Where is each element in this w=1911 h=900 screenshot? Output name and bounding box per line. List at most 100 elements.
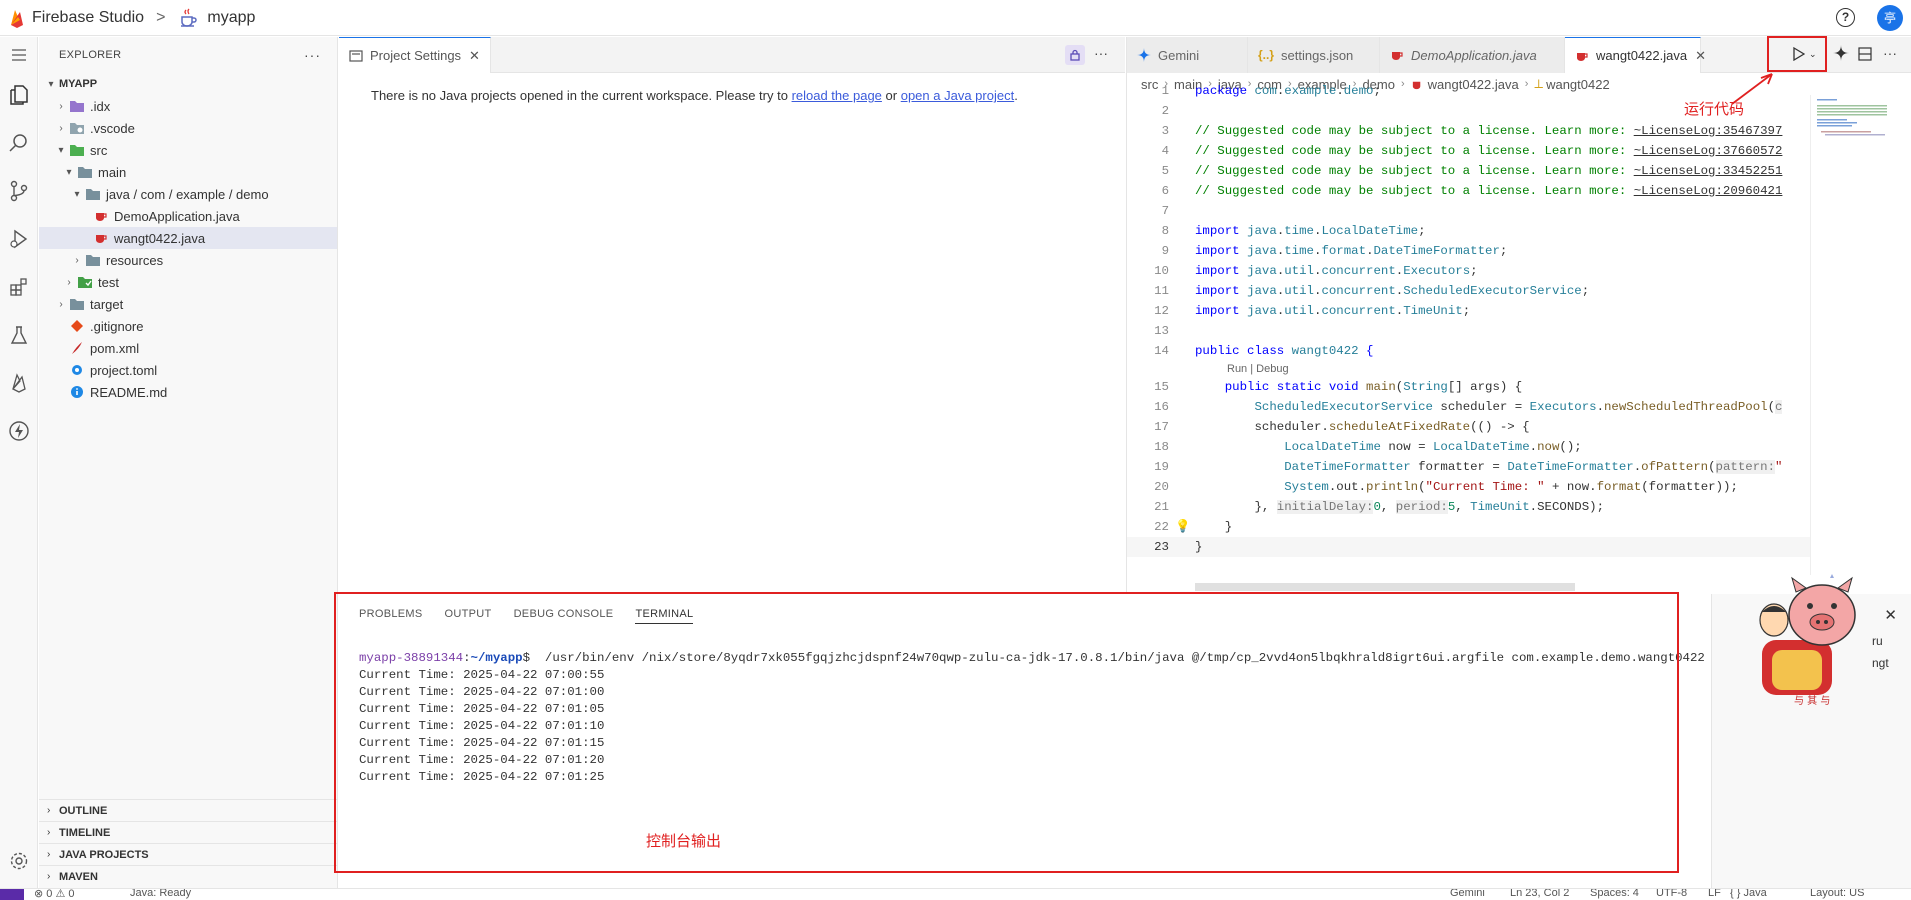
split-editor-icon[interactable] — [1858, 47, 1872, 64]
more-actions-icon[interactable]: ··· — [1094, 45, 1108, 61]
reload-page-link[interactable]: reload the page — [792, 88, 882, 103]
remote-indicator-icon[interactable] — [0, 889, 24, 900]
run-button-highlight — [1767, 36, 1827, 72]
section-java-projects[interactable]: › JAVA PROJECTS — [39, 843, 338, 865]
encoding[interactable]: UTF-8 — [1656, 889, 1687, 899]
tree-item-java-package[interactable]: ▾ java / com / example / demo — [39, 183, 337, 205]
tree-item-target[interactable]: › target — [39, 293, 337, 315]
language-mode[interactable]: { } Java — [1730, 889, 1767, 899]
chevron-right-icon: › — [47, 871, 51, 882]
tab-label: DemoApplication.java — [1411, 47, 1537, 63]
terminal-list-item[interactable]: ngt — [1872, 656, 1889, 670]
open-java-project-link[interactable]: open a Java project — [901, 88, 1014, 103]
line-number: 6 — [1161, 184, 1169, 198]
search-icon[interactable] — [5, 129, 33, 157]
avatar[interactable]: 亭 — [1877, 5, 1903, 31]
tab-gemini[interactable]: Gemini — [1127, 37, 1248, 73]
tree-item-test[interactable]: › test — [39, 271, 337, 293]
tree-item-src[interactable]: ▾ src — [39, 139, 337, 161]
tree-item-idx[interactable]: › .idx — [39, 95, 337, 117]
status-bar: ⊗ 0 ⚠ 0 Java: Ready Gemini Ln 23, Col 2 … — [0, 888, 1911, 900]
source-control-icon[interactable] — [5, 177, 33, 205]
tree-item-label: project.toml — [90, 362, 158, 378]
minimap[interactable] — [1810, 95, 1900, 575]
tree-item-demoapplication[interactable]: DemoApplication.java — [39, 205, 337, 227]
tree-item-wangt0422[interactable]: wangt0422.java — [39, 227, 337, 249]
lightbulb-icon[interactable]: 💡 — [1175, 517, 1190, 537]
close-icon[interactable]: ✕ — [1884, 606, 1897, 624]
line-number: 21 — [1154, 500, 1169, 514]
explorer-more-icon[interactable]: ··· — [304, 47, 321, 63]
tab-project-settings[interactable]: Project Settings ✕ — [339, 37, 491, 73]
tab-label: Project Settings — [370, 48, 462, 63]
chevron-down-icon: ▾ — [48, 78, 54, 90]
extensions-icon[interactable] — [5, 273, 33, 301]
code-editor[interactable]: 1 package com.example.demo; 2 3// Suggest… — [1127, 81, 1810, 561]
section-maven[interactable]: › MAVEN — [39, 865, 338, 887]
lightning-icon[interactable] — [5, 417, 33, 445]
tab-settings-json[interactable]: {..} settings.json — [1248, 37, 1380, 73]
app-brand[interactable]: Firebase Studio — [32, 9, 144, 27]
close-icon[interactable]: ✕ — [1695, 48, 1706, 64]
section-outline[interactable]: › OUTLINE — [39, 799, 338, 821]
problems-status[interactable]: ⊗ 0 ⚠ 0 — [34, 889, 74, 900]
console-output-annotation: 控制台输出 — [646, 833, 722, 850]
tab-demoapplication[interactable]: DemoApplication.java — [1380, 37, 1565, 73]
code-line: 12 import java.util.concurrent.TimeUnit; — [1127, 301, 1810, 321]
folder-vscode-icon — [69, 120, 85, 136]
right-editor-group: Gemini {..} settings.json DemoApplicatio… — [1126, 37, 1911, 593]
tree-item-project-toml[interactable]: project.toml — [39, 359, 337, 381]
tree-item-gitignore[interactable]: .gitignore — [39, 315, 337, 337]
cursor-position[interactable]: Ln 23, Col 2 — [1510, 889, 1569, 899]
gemini-status[interactable]: Gemini — [1450, 889, 1485, 899]
code-line: 10 import java.util.concurrent.Executors; — [1127, 261, 1810, 281]
horizontal-scrollbar[interactable] — [1195, 583, 1575, 591]
terminal-list-item[interactable]: ru — [1872, 634, 1883, 648]
tree-item-readme[interactable]: README.md — [39, 381, 337, 403]
section-label: OUTLINE — [59, 804, 108, 817]
tree-item-main[interactable]: ▾ main — [39, 161, 337, 183]
explorer-title: EXPLORER — [59, 49, 122, 61]
line-number: 7 — [1161, 204, 1169, 218]
line-ending[interactable]: LF — [1708, 889, 1721, 899]
codelens-run-debug[interactable]: Run | Debug — [1227, 363, 1289, 375]
run-debug-icon[interactable] — [5, 225, 33, 253]
chevron-down-icon: ▾ — [66, 166, 72, 178]
line-number: 20 — [1154, 480, 1169, 494]
line-number: 15 — [1154, 380, 1169, 394]
line-number: 1 — [1161, 84, 1169, 98]
project-name[interactable]: myapp — [207, 9, 255, 27]
config-gear-icon — [69, 362, 85, 378]
activity-bar — [0, 37, 38, 888]
testing-flask-icon[interactable] — [5, 321, 33, 349]
settings-gear-icon[interactable] — [5, 847, 33, 875]
tree-item-resources[interactable]: › resources — [39, 249, 337, 271]
help-icon[interactable]: ? — [1836, 8, 1855, 27]
line-number: 9 — [1161, 244, 1169, 258]
tab-wangt0422[interactable]: wangt0422.java ✕ — [1565, 37, 1706, 73]
more-actions-icon[interactable]: ··· — [1883, 45, 1897, 61]
code-line: 23} — [1127, 537, 1810, 557]
menu-icon[interactable] — [5, 41, 33, 69]
tree-root-myapp[interactable]: ▾ MYAPP — [39, 73, 337, 95]
lock-icon[interactable] — [1065, 45, 1085, 65]
tree-item-label: .gitignore — [90, 318, 144, 334]
chevron-right-icon: › — [47, 827, 51, 838]
code-line: 17 scheduler.scheduleAtFixedRate(() -> { — [1127, 417, 1810, 437]
gemini-action-icon[interactable] — [1833, 45, 1849, 64]
code-line: 20 System.out.println("Current Time: " +… — [1127, 477, 1810, 497]
explorer-files-icon[interactable] — [5, 81, 33, 109]
indentation[interactable]: Spaces: 4 — [1590, 889, 1639, 899]
section-timeline[interactable]: › TIMELINE — [39, 821, 338, 843]
tree-item-vscode[interactable]: › .vscode — [39, 117, 337, 139]
tab-label: Gemini — [1158, 47, 1200, 63]
tree-item-pom[interactable]: pom.xml — [39, 337, 337, 359]
tree-item-label: test — [98, 274, 119, 290]
firebase-tools-icon[interactable] — [5, 369, 33, 397]
keyboard-layout[interactable]: Layout: US — [1810, 889, 1864, 899]
code-line: 3// Suggested code may be subject to a l… — [1127, 121, 1810, 141]
chevron-right-icon: › — [67, 276, 71, 288]
close-icon[interactable]: ✕ — [469, 48, 480, 64]
top-bar: Firebase Studio > myapp ? 亭 — [0, 0, 1911, 36]
java-status[interactable]: Java: Ready — [130, 889, 191, 899]
